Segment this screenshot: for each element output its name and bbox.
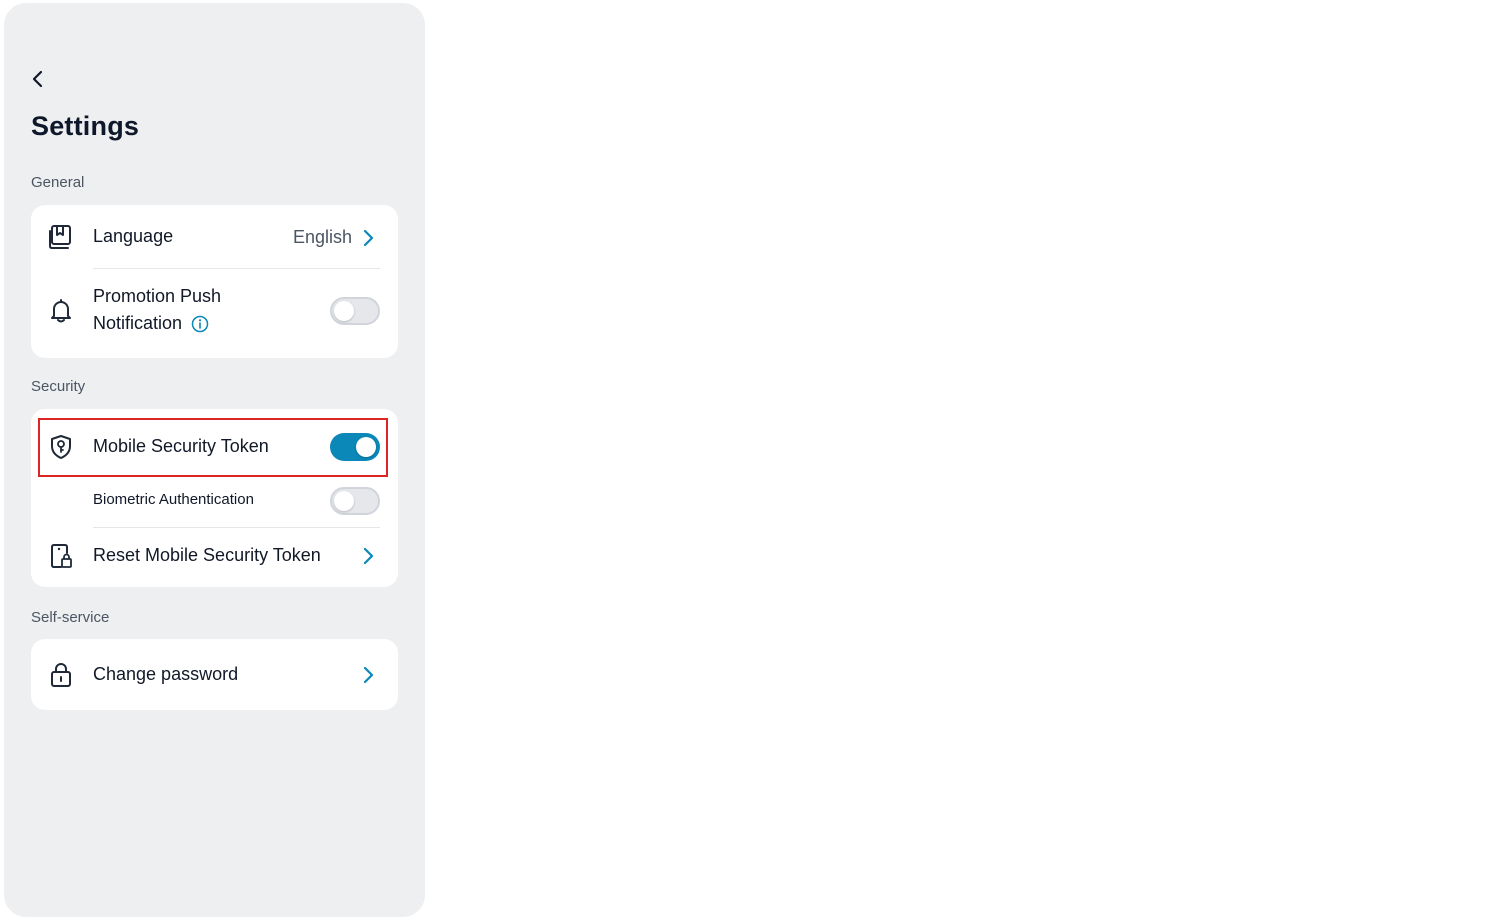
toggle-knob <box>356 437 376 457</box>
toggle-knob <box>334 491 354 511</box>
page-title: Settings <box>31 111 140 141</box>
promotion-toggle[interactable] <box>330 297 380 325</box>
promotion-label-line1: Promotion Push <box>93 286 222 306</box>
language-row[interactable]: Language English <box>31 205 398 268</box>
promotion-notification-row: Promotion Push Notification <box>31 269 398 358</box>
biometric-label: Biometric Authentication <box>93 491 254 508</box>
toggle-knob <box>334 301 354 321</box>
promotion-label: Promotion Push Notification <box>93 283 221 337</box>
biometric-row: Biometric Authentication <box>31 477 398 525</box>
section-label-general: General <box>31 174 85 191</box>
self-service-card: Change password <box>31 639 398 710</box>
reset-token-label: Reset Mobile Security Token <box>93 545 321 565</box>
bell-icon <box>47 297 75 325</box>
promotion-label-line2: Notification <box>93 313 183 333</box>
language-icon <box>47 223 75 251</box>
language-value: English <box>292 227 352 247</box>
change-password-label: Change password <box>93 664 239 684</box>
biometric-toggle[interactable] <box>330 487 380 515</box>
shield-key-icon <box>47 433 75 461</box>
security-card: Mobile Security Token Biometric Authenti… <box>31 409 398 587</box>
mobile-security-token-label: Mobile Security Token <box>93 436 269 456</box>
phone-lock-icon <box>47 542 75 570</box>
back-button[interactable] <box>26 65 50 93</box>
chevron-left-icon <box>32 70 43 88</box>
lock-icon <box>47 661 75 689</box>
mobile-security-token-toggle[interactable] <box>330 433 380 461</box>
section-label-self-service: Self-service <box>31 609 110 626</box>
settings-screen: Settings General Language English Promot… <box>4 3 425 917</box>
chevron-right-icon <box>360 229 376 247</box>
mobile-security-token-row: Mobile Security Token <box>31 417 398 477</box>
change-password-row[interactable]: Change password <box>31 639 398 710</box>
language-label: Language <box>93 226 174 246</box>
section-label-security: Security <box>31 378 86 395</box>
general-card: Language English Promotion Push Notifica… <box>31 205 398 358</box>
reset-token-row[interactable]: Reset Mobile Security Token <box>31 528 398 587</box>
chevron-right-icon <box>360 666 376 684</box>
info-icon[interactable] <box>191 315 209 333</box>
chevron-right-icon <box>360 547 376 565</box>
